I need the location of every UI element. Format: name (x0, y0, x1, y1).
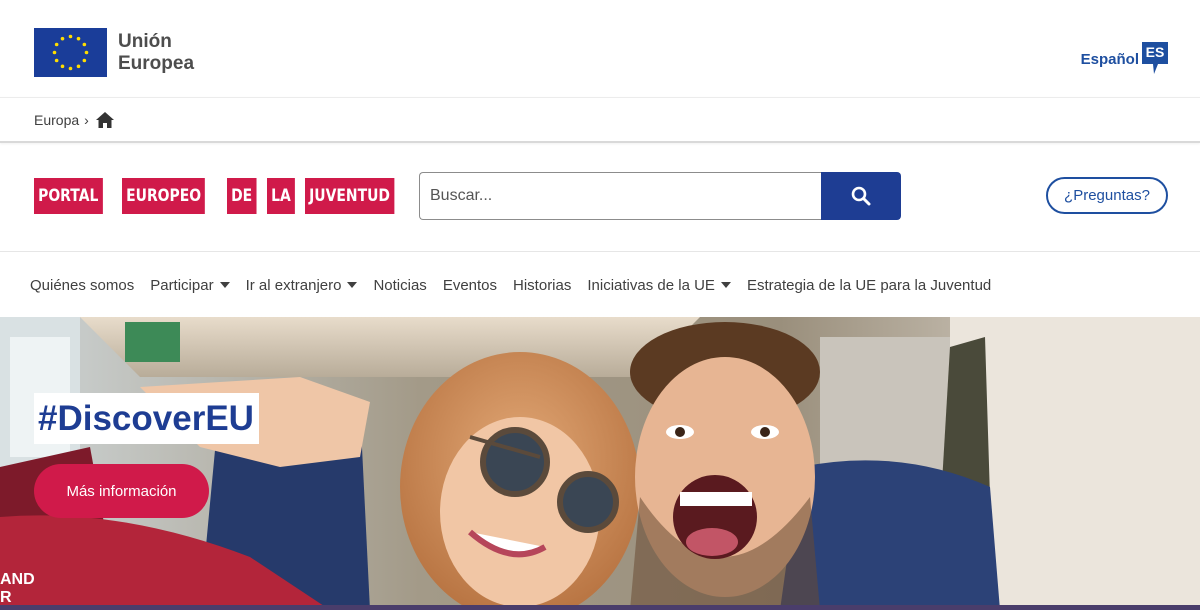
nav-item-ir-al-extranjero[interactable]: Ir al extranjero (246, 277, 358, 294)
portal-logo-word: DE (227, 178, 257, 214)
eu-star (68, 34, 73, 39)
eu-star (52, 50, 57, 55)
search-input[interactable] (419, 172, 821, 220)
hero-banner: #DiscoverEU Más información AND R (0, 317, 1200, 610)
eu-logo-text: Unión Europea (118, 31, 194, 75)
eu-star (68, 66, 73, 71)
breadcrumb: Europa › (0, 97, 1200, 143)
nav-item-label: Quiénes somos (30, 276, 135, 294)
nav-item-noticias[interactable]: Noticias (373, 277, 426, 294)
portal-bar: PORTAL EUROPEO DE LA JUVENTUD ¿Preguntas… (0, 145, 1200, 252)
hero-corner-line2: R (0, 589, 12, 606)
nav-item-historias[interactable]: Historias (513, 277, 571, 294)
language-code: ES (1145, 44, 1165, 60)
breadcrumb-separator-icon: › (84, 111, 89, 128)
caret-down-icon (219, 282, 230, 288)
search-button[interactable] (821, 172, 901, 220)
portal-logo-word: LA (266, 178, 295, 214)
nav-item-label: Historias (513, 276, 572, 294)
portal-logo[interactable]: PORTAL EUROPEO DE LA JUVENTUD (34, 178, 417, 214)
nav-item-label: Ir al extranjero (245, 276, 342, 294)
nav-item-label: Eventos (442, 276, 498, 294)
hero-corner-text: AND R (0, 571, 35, 607)
caret-down-icon (347, 282, 358, 288)
eu-flag-icon (34, 28, 107, 77)
eu-logo[interactable]: Unión Europea (34, 28, 194, 77)
eu-logo-line2: Europea (118, 52, 195, 74)
home-icon[interactable] (95, 111, 115, 129)
language-badge-icon: ES (1142, 42, 1168, 76)
language-selector[interactable]: Español ES (1081, 42, 1168, 76)
nav-item-iniciativas[interactable]: Iniciativas de la UE (587, 277, 731, 294)
search-icon (851, 186, 871, 206)
nav-item-participar[interactable]: Participar (150, 276, 230, 294)
portal-logo-word: PORTAL (34, 178, 103, 214)
eu-star (82, 58, 87, 63)
language-label: Español (1080, 50, 1139, 68)
eu-star (84, 50, 89, 55)
nav-item-label: Participar (150, 276, 214, 294)
main-nav: Quiénes somos Participar Ir al extranjer… (0, 253, 1200, 317)
portal-logo-word: EUROPEO (121, 178, 205, 214)
hero-corner-line1: AND (0, 571, 35, 588)
search-form (419, 172, 901, 220)
nav-item-label: Noticias (373, 276, 427, 294)
eu-star (76, 64, 81, 69)
nav-item-estrategia[interactable]: Estrategia de la UE para la Juventud (747, 277, 991, 294)
eu-star (60, 36, 65, 41)
eu-logo-line1: Unión (118, 30, 172, 52)
hero-tagline: #DiscoverEU (34, 393, 259, 444)
nav-item-quienes-somos[interactable]: Quiénes somos (30, 277, 134, 294)
nav-item-label: Iniciativas de la UE (587, 276, 715, 294)
eu-star (60, 64, 65, 69)
portal-logo-word: JUVENTUD (304, 178, 394, 214)
eu-star (76, 36, 81, 41)
eu-header: Unión Europea Español ES (0, 0, 1200, 96)
eu-star (54, 42, 59, 47)
nav-item-label: Estrategia de la UE para la Juventud (746, 276, 992, 294)
caret-down-icon (720, 282, 731, 288)
eu-star (54, 58, 59, 63)
breadcrumb-item-europa[interactable]: Europa (34, 112, 79, 128)
eu-star (82, 42, 87, 47)
questions-button[interactable]: ¿Preguntas? (1046, 177, 1168, 214)
more-info-button[interactable]: Más información (34, 464, 209, 518)
nav-item-eventos[interactable]: Eventos (443, 277, 497, 294)
